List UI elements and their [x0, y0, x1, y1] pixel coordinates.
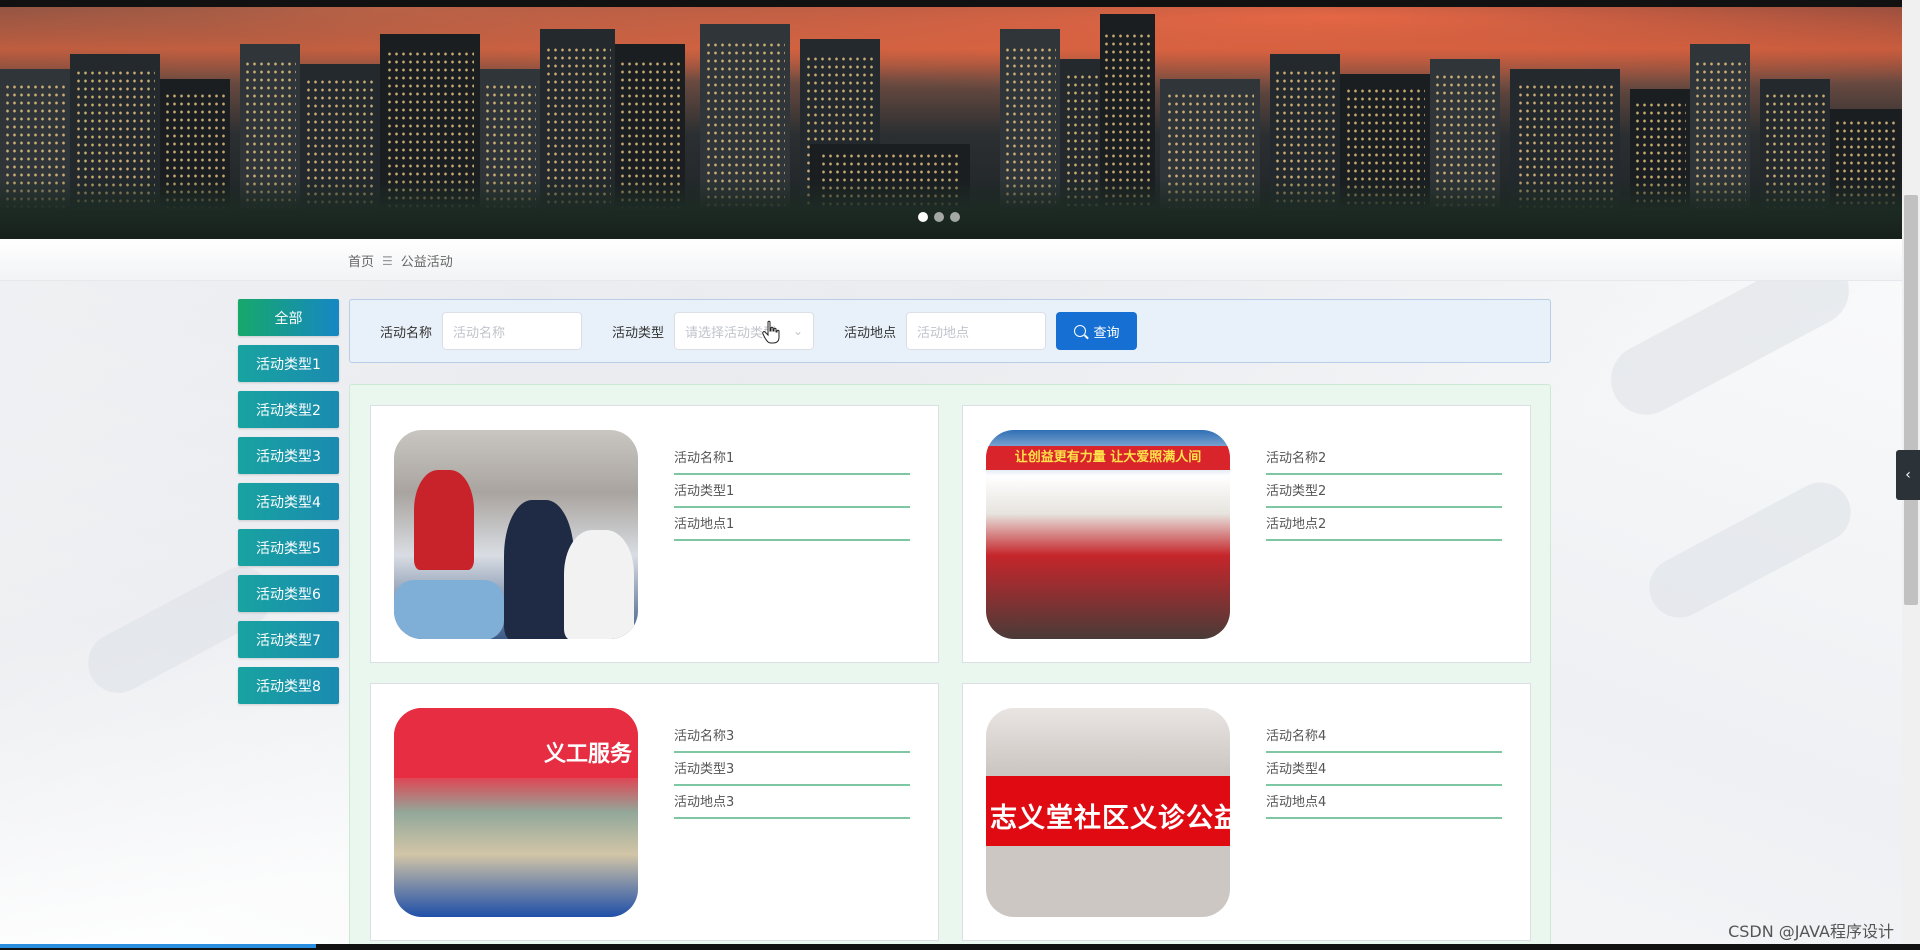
activity-image[interactable]: [394, 430, 638, 639]
banner-carousel[interactable]: [0, 7, 1902, 239]
activity-image[interactable]: 义工服务: [394, 708, 638, 917]
activity-name: 活动名称4: [1266, 720, 1502, 753]
query-button[interactable]: 查询: [1056, 312, 1138, 350]
activity-list: 活动名称1 活动类型1 活动地点1 让创益更有力量 让大爱照满人间 活动名称2 …: [349, 384, 1551, 950]
breadcrumb: 首页 ☰ 公益活动: [348, 251, 453, 271]
activity-image[interactable]: 志义堂社区义诊公益行: [986, 708, 1230, 917]
activity-location-input[interactable]: 活动地点: [906, 312, 1047, 350]
activity-location: 活动地点3: [674, 786, 910, 819]
category-type-8-button[interactable]: 活动类型8: [238, 667, 339, 704]
activity-info: 活动名称2 活动类型2 活动地点2: [1266, 442, 1502, 541]
activity-location: 活动地点2: [1266, 508, 1502, 541]
image-figure: [414, 470, 474, 570]
image-banner: 让创益更有力量 让大爱照满人间: [986, 446, 1230, 470]
breadcrumb-separator-icon: ☰: [382, 253, 393, 268]
breadcrumb-current: 公益活动: [400, 255, 453, 270]
category-nav: 全部 活动类型1 活动类型2 活动类型3 活动类型4 活动类型5 活动类型6 活…: [238, 299, 339, 713]
activity-card[interactable]: 义工服务 活动名称3 活动类型3 活动地点3: [370, 683, 939, 941]
activity-type: 活动类型4: [1266, 753, 1502, 786]
carousel-indicators: [918, 212, 960, 222]
hand-cursor-icon: [762, 320, 780, 344]
category-type-5-button[interactable]: 活动类型5: [238, 529, 339, 566]
image-tent-text: 义工服务: [543, 742, 632, 767]
activity-name-input[interactable]: 活动名称: [442, 312, 583, 350]
image-strip-text: 志义堂社区义诊公益行: [990, 803, 1230, 834]
category-all-button[interactable]: 全部: [238, 299, 339, 336]
category-type-1-button[interactable]: 活动类型1: [238, 345, 339, 382]
category-type-7-button[interactable]: 活动类型7: [238, 621, 339, 658]
search-panel: 活动名称 活动名称 活动类型 请选择活动类型 ⌄ 活动地点 活动地点 查询: [349, 299, 1551, 363]
activity-image[interactable]: 让创益更有力量 让大爱照满人间: [986, 430, 1230, 639]
video-progress-bar[interactable]: [0, 944, 316, 948]
category-type-6-button[interactable]: 活动类型6: [238, 575, 339, 612]
activity-type-label: 活动类型: [612, 325, 665, 341]
category-type-4-button[interactable]: 活动类型4: [238, 483, 339, 520]
search-icon: [1073, 325, 1086, 337]
activity-location-label: 活动地点: [844, 325, 897, 341]
activity-type: 活动类型3: [674, 753, 910, 786]
banner-trees: [0, 179, 1902, 239]
activity-type: 活动类型2: [1266, 475, 1502, 508]
activity-card[interactable]: 志义堂社区义诊公益行 活动名称4 活动类型4 活动地点4: [962, 683, 1531, 941]
top-strip: [0, 0, 1920, 7]
image-tent: 义工服务: [394, 708, 638, 778]
activity-type: 活动类型1: [674, 475, 910, 508]
carousel-dot-2[interactable]: [934, 212, 944, 222]
activity-name: 活动名称3: [674, 720, 910, 753]
activity-name: 活动名称2: [1266, 442, 1502, 475]
image-banner-text: 让创益更有力量 让大爱照满人间: [1014, 450, 1202, 465]
activity-location: 活动地点1: [674, 508, 910, 541]
scrollbar-thumb[interactable]: [1904, 195, 1918, 605]
activity-info: 活动名称4 活动类型4 活动地点4: [1266, 720, 1502, 819]
activity-name: 活动名称1: [674, 442, 910, 475]
activity-info: 活动名称3 活动类型3 活动地点3: [674, 720, 910, 819]
activity-card[interactable]: 让创益更有力量 让大爱照满人间 活动名称2 活动类型2 活动地点2: [962, 405, 1531, 663]
query-button-label: 查询: [1093, 325, 1120, 341]
image-figure: [564, 530, 634, 639]
chevron-down-icon: ⌄: [792, 324, 804, 338]
chevron-left-icon[interactable]: ‹: [1896, 450, 1920, 500]
breadcrumb-bar: 首页 ☰ 公益活动: [0, 239, 1902, 281]
watermark: CSDN @JAVA程序设计: [1728, 922, 1894, 941]
carousel-dot-3[interactable]: [950, 212, 960, 222]
background-streak: [1638, 471, 1862, 629]
image-figure: [394, 580, 504, 639]
breadcrumb-home[interactable]: 首页: [348, 251, 374, 270]
activity-name-label: 活动名称: [380, 325, 433, 341]
category-type-3-button[interactable]: 活动类型3: [238, 437, 339, 474]
activity-card[interactable]: 活动名称1 活动类型1 活动地点1: [370, 405, 939, 663]
category-type-2-button[interactable]: 活动类型2: [238, 391, 339, 428]
activity-type-select[interactable]: 请选择活动类型 ⌄: [674, 312, 815, 350]
carousel-dot-1[interactable]: [918, 212, 928, 222]
activity-location: 活动地点4: [1266, 786, 1502, 819]
activity-info: 活动名称1 活动类型1 活动地点1: [674, 442, 910, 541]
